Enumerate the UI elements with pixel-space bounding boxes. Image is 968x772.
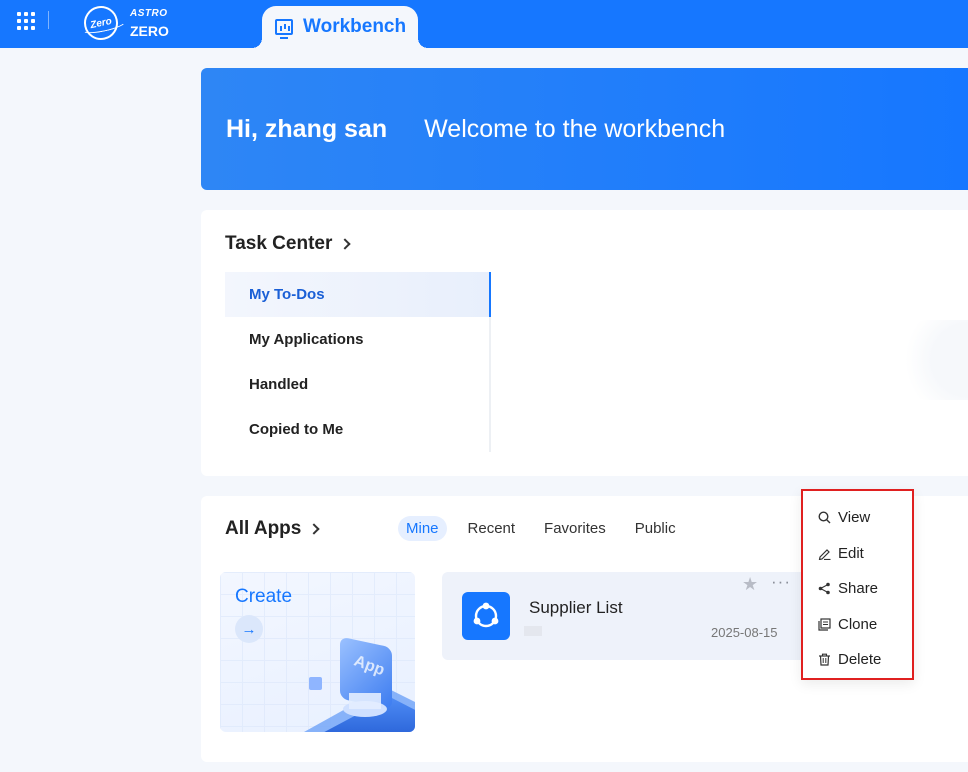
logo-icon: Zero	[80, 2, 122, 44]
greeting: Hi, zhang san	[226, 114, 388, 143]
tab-recent[interactable]: Recent	[460, 516, 524, 541]
app-icon	[462, 592, 510, 640]
app-context-menu: View Edit Share Clone Delete	[801, 489, 914, 680]
all-apps-title[interactable]: All Apps	[225, 518, 321, 540]
tab-label: Workbench	[303, 16, 407, 37]
share-icon	[817, 582, 831, 596]
arrow-right-icon[interactable]: →	[235, 615, 263, 643]
trash-icon	[817, 653, 831, 667]
app-launcher-icon[interactable]	[17, 12, 35, 30]
task-menu: My To-Dos My Applications Handled Copied…	[225, 272, 491, 452]
search-icon	[817, 511, 831, 525]
app-illustration: App	[304, 638, 415, 732]
app-date: 2025-08-15	[711, 625, 778, 640]
tab-public[interactable]: Public	[627, 516, 684, 541]
menu-item-edit[interactable]: Edit	[803, 536, 912, 572]
create-app-card[interactable]: Create → App	[220, 572, 415, 732]
task-item-copied-to-me[interactable]: Copied to Me	[225, 407, 489, 452]
create-label: Create	[235, 586, 293, 607]
menu-item-view[interactable]: View	[803, 500, 912, 536]
tab-favorites[interactable]: Favorites	[536, 516, 614, 541]
dashboard-icon	[275, 19, 293, 39]
task-item-my-todos[interactable]: My To-Dos	[225, 272, 491, 317]
copy-icon	[817, 617, 831, 631]
task-item-my-applications[interactable]: My Applications	[225, 317, 489, 362]
task-center-title[interactable]: Task Center	[225, 233, 352, 255]
top-bar: Zero ASTRO ZERO Workbench	[0, 0, 968, 48]
pen-icon	[817, 546, 831, 560]
apps-filter-tabs: Mine Recent Favorites Public	[398, 516, 697, 541]
logo[interactable]: Zero ASTRO ZERO	[80, 2, 169, 44]
app-name: Supplier List	[529, 598, 623, 617]
app-owner-placeholder	[524, 626, 542, 636]
app-card-supplier-list[interactable]: Supplier List 2025-08-15 ★ ···	[442, 572, 812, 660]
star-icon[interactable]: ★	[742, 574, 758, 595]
tab-mine[interactable]: Mine	[398, 516, 447, 541]
decorative-cloud	[888, 320, 968, 400]
menu-item-delete[interactable]: Delete	[803, 642, 912, 678]
chevron-right-icon	[308, 523, 321, 535]
welcome-banner: Hi, zhang san Welcome to the workbench	[201, 68, 968, 190]
tab-workbench[interactable]: Workbench	[252, 6, 428, 48]
logo-line1: ASTRO	[130, 7, 168, 19]
more-icon[interactable]: ···	[771, 572, 791, 592]
chevron-right-icon	[339, 238, 352, 250]
logo-line2: ZERO	[130, 22, 169, 39]
share-circle-icon	[473, 602, 499, 628]
divider	[48, 11, 49, 29]
menu-item-share[interactable]: Share	[803, 571, 912, 607]
task-center-card: Task Center My To-Dos My Applications Ha…	[201, 210, 968, 476]
menu-item-clone[interactable]: Clone	[803, 607, 912, 643]
task-item-handled[interactable]: Handled	[225, 362, 489, 407]
welcome-text: Welcome to the workbench	[424, 114, 726, 143]
